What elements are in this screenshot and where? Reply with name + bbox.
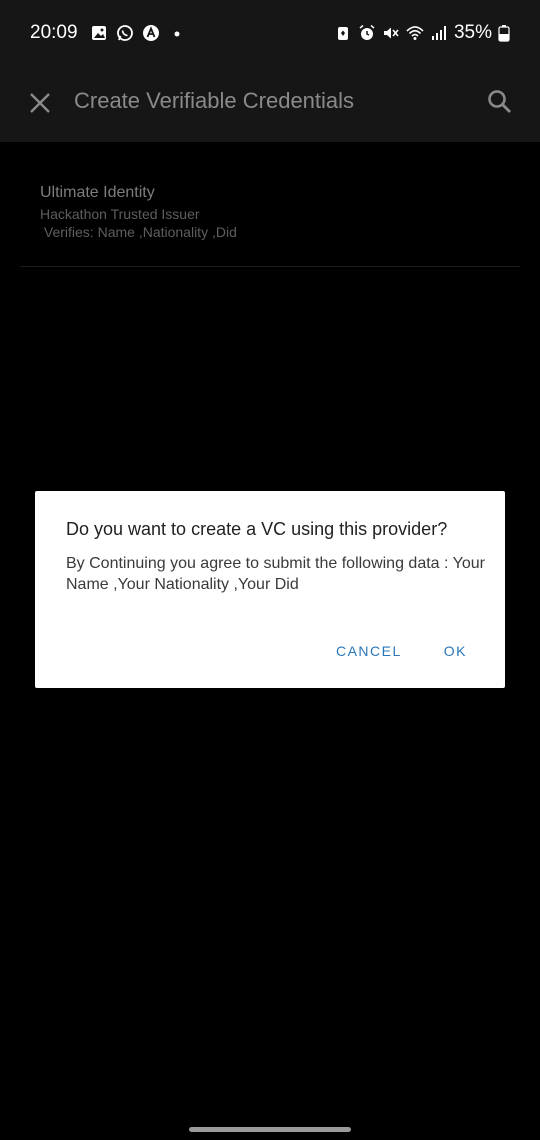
dialog-title: Do you want to create a VC using this pr… [66,519,448,539]
signal-icon [431,26,446,40]
app-a-icon [142,25,159,41]
search-button[interactable] [484,86,516,118]
provider-subtitle: Hackathon Trusted Issuer [40,206,200,222]
dialog-actions: CANCEL OK [336,643,467,659]
status-right: 35% [334,22,510,44]
mute-icon [383,27,399,39]
provider-verifies: Verifies: Name ,Nationality ,Did [40,224,237,240]
app-bar: Create Verifiable Credentials [0,70,540,142]
alarm-icon [359,24,375,40]
wifi-icon [406,26,424,40]
ok-button[interactable]: OK [444,643,467,659]
page-title: Create Verifiable Credentials [74,88,355,113]
status-bar: 20:09 35% [0,0,540,70]
provider-list-item[interactable]: Ultimate Identity Hackathon Trusted Issu… [20,168,520,267]
close-icon [30,93,50,113]
search-icon [488,90,511,113]
battery-percent: 35% [453,22,492,43]
confirm-dialog: Do you want to create a VC using this pr… [35,491,505,688]
dialog-message: By Continuing you agree to submit the fo… [66,555,485,593]
status-left: 20:09 [30,22,186,44]
close-button[interactable] [24,87,56,119]
status-time: 20:09 [30,22,78,43]
dot-icon [174,31,180,37]
battery-saver-icon [337,27,348,40]
whatsapp-icon [116,25,133,41]
provider-title: Ultimate Identity [40,184,155,201]
cancel-button[interactable]: CANCEL [336,643,402,659]
battery-icon [498,25,510,42]
gallery-icon [91,26,106,40]
home-indicator[interactable] [189,1127,351,1132]
